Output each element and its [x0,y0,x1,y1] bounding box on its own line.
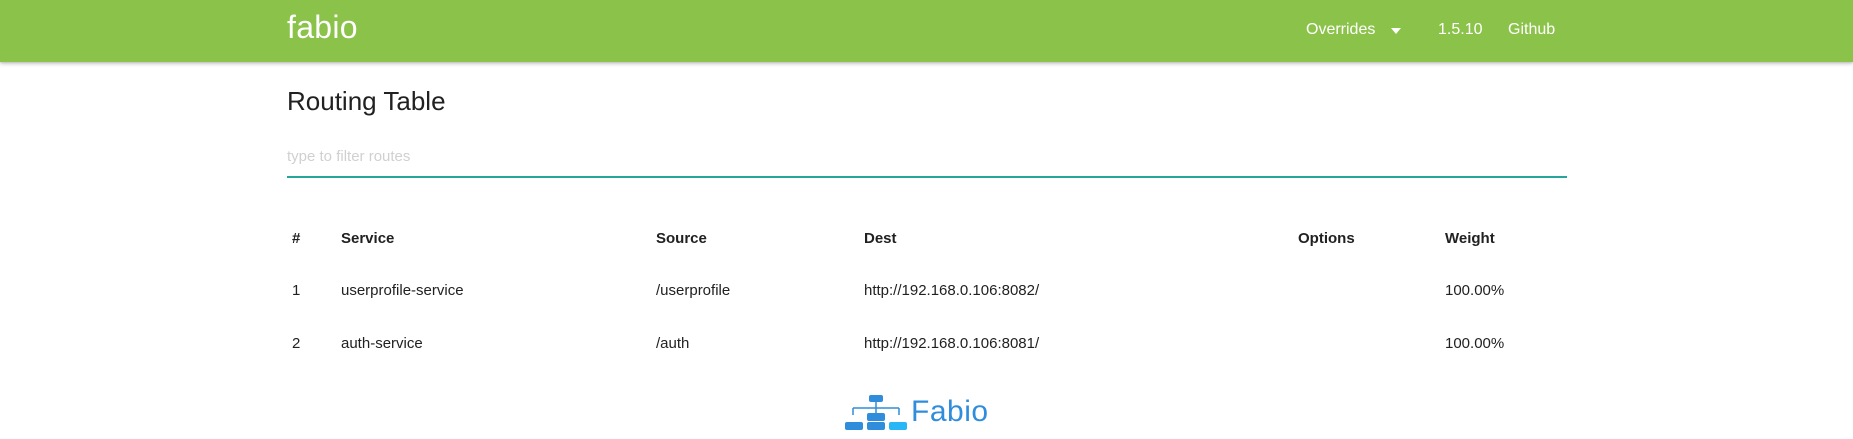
network-tree-icon [845,395,907,430]
routing-table: # Service Source Dest Options Weight 1 u… [287,212,1595,370]
github-link[interactable]: Github [1508,21,1555,39]
chevron-down-icon[interactable] [1391,28,1401,34]
table-row: 2 auth-service /auth http://192.168.0.10… [287,317,1595,370]
overrides-menu[interactable]: Overrides [1306,21,1375,39]
page-title: Routing Table [287,86,446,116]
brand-logo-link[interactable]: fabio [287,9,358,46]
header-weight: Weight [1445,229,1495,247]
cell-source: /auth [656,335,690,352]
header-source: Source [656,229,707,247]
cell-number: 1 [292,282,301,299]
table-row: 1 userprofile-service /userprofile http:… [287,264,1595,317]
cell-weight: 100.00% [1445,282,1505,299]
header-options: Options [1298,229,1355,247]
cell-dest: http://192.168.0.106:8081/ [864,335,1040,352]
filter-field[interactable] [287,140,1567,178]
cell-weight: 100.00% [1445,335,1505,352]
version-link[interactable]: 1.5.10 [1438,21,1482,39]
footer-fabio-logo: Fabio [843,393,1013,433]
header-dest: Dest [864,229,897,247]
cell-options [1293,317,1440,370]
cell-source: /userprofile [656,282,731,299]
cell-service: auth-service [341,335,423,352]
logo-wordmark: Fabio [911,395,989,428]
cell-service: userprofile-service [341,282,464,299]
top-navbar: fabio Overrides 1.5.10 Github [0,0,1853,62]
header-number: # [292,229,301,247]
header-service: Service [341,229,395,247]
cell-dest: http://192.168.0.106:8082/ [864,282,1040,299]
table-header-row: # Service Source Dest Options Weight [287,212,1595,264]
cell-options [1293,264,1440,317]
route-filter-input[interactable] [287,140,1567,172]
cell-number: 2 [292,335,301,352]
